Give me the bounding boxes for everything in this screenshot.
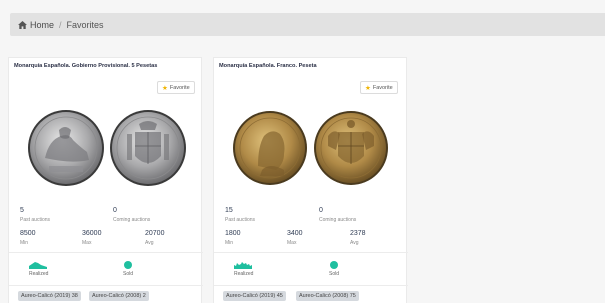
realized-label: Realized — [29, 271, 49, 277]
coming-auctions-label: Coming auctions — [113, 217, 151, 223]
favorite-card[interactable]: Monarquía Española. Gobierno Provisional… — [8, 57, 203, 303]
home-icon — [18, 20, 27, 29]
breadcrumb: Home / Favorites — [10, 13, 605, 36]
card-divider — [214, 285, 408, 286]
price-max: 36000 — [82, 230, 102, 237]
catalog-tag[interactable]: Aureo-Calicó (2008) 75 — [296, 291, 359, 301]
coin-obverse-image — [28, 110, 104, 186]
favorite-label: Favorite — [372, 84, 393, 91]
price-avg-label: Avg — [350, 240, 359, 246]
star-icon: ★ — [365, 84, 371, 92]
catalog-tag[interactable]: Aureo-Calicó (2019) 45 — [223, 291, 286, 301]
favorite-card[interactable]: Monarquía Española. Franco. Peseta ★ Fav… — [213, 57, 408, 303]
price-min-label: Min — [225, 240, 234, 246]
past-auctions-label: Past auctions — [225, 217, 256, 223]
coin-obverse-image — [233, 111, 307, 185]
coming-auctions-count: 0 — [113, 207, 117, 214]
past-auctions-count: 5 — [20, 207, 24, 214]
coin-reverse-image — [110, 110, 186, 186]
price-max: 3400 — [287, 230, 303, 237]
coin-title[interactable]: Monarquía Española. Franco. Peseta — [219, 63, 317, 69]
sold-dot-icon[interactable] — [124, 261, 132, 269]
past-auctions-count: 15 — [225, 207, 233, 214]
coin-images[interactable] — [214, 106, 408, 192]
favorite-button[interactable]: ★ Favorite — [157, 81, 195, 94]
sold-label: Sold — [123, 271, 134, 277]
past-auctions-label: Past auctions — [20, 217, 51, 223]
price-avg-label: Avg — [145, 240, 154, 246]
card-divider — [9, 285, 203, 286]
coin-images[interactable] — [9, 106, 203, 192]
breadcrumb-current: Favorites — [66, 19, 104, 30]
price-min: 1800 — [225, 230, 241, 237]
coin-reverse-image — [314, 111, 388, 185]
price-max-label: Max — [287, 240, 297, 246]
coming-auctions-count: 0 — [319, 207, 323, 214]
star-icon: ★ — [162, 84, 168, 92]
breadcrumb-separator: / — [59, 19, 62, 30]
favorite-button[interactable]: ★ Favorite — [360, 81, 398, 94]
card-divider — [214, 252, 408, 253]
coin-title[interactable]: Monarquía Española. Gobierno Provisional… — [14, 63, 157, 69]
sold-dot-icon[interactable] — [330, 261, 338, 269]
catalog-tag[interactable]: Aureo-Calicó (2008) 2 — [89, 291, 149, 301]
price-max-label: Max — [82, 240, 92, 246]
catalog-tag[interactable]: Aureo-Calicó (2019) 38 — [18, 291, 81, 301]
sold-label: Sold — [329, 271, 340, 277]
realized-label: Realized — [234, 271, 254, 277]
price-avg: 2378 — [350, 230, 366, 237]
price-min: 8500 — [20, 230, 36, 237]
coming-auctions-label: Coming auctions — [319, 217, 357, 223]
price-avg: 20700 — [145, 230, 165, 237]
breadcrumb-home-link[interactable]: Home — [30, 20, 54, 30]
realized-chart-icon[interactable] — [29, 260, 47, 269]
card-divider — [9, 252, 203, 253]
realized-chart-icon[interactable] — [234, 260, 252, 269]
price-min-label: Min — [20, 240, 29, 246]
favorite-label: Favorite — [169, 84, 190, 91]
